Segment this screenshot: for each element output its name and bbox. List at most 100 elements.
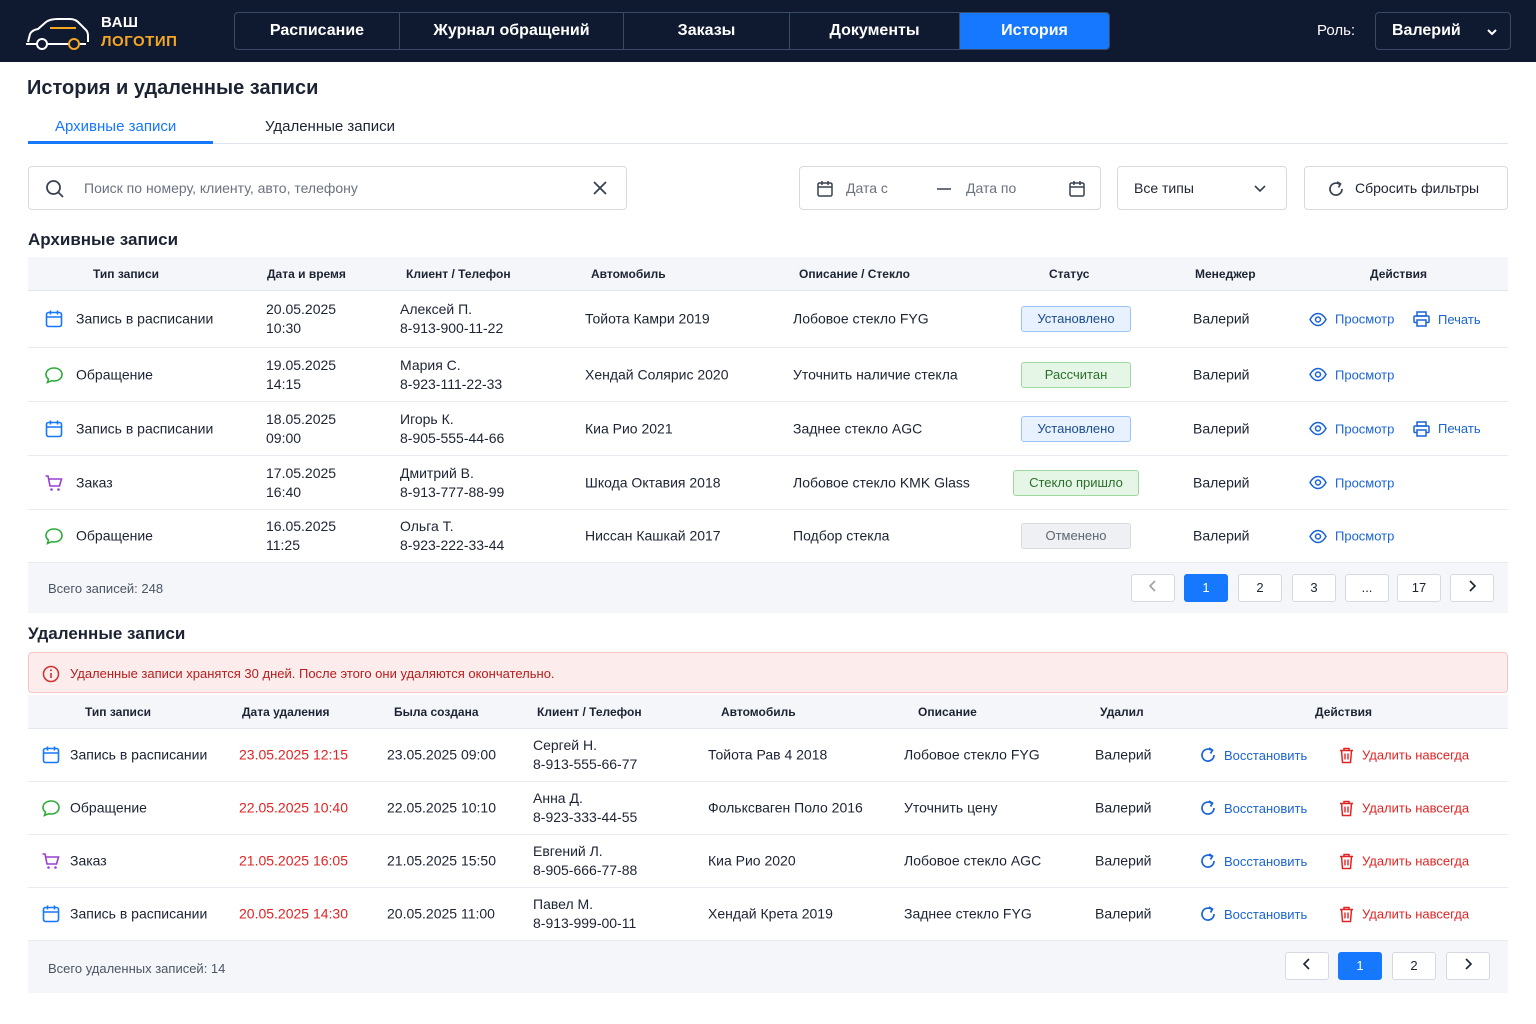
table-row[interactable]: Запись в расписании 20.05.2025 10:30 Алексе… (28, 291, 1508, 348)
type-select[interactable]: Все типы (1117, 166, 1287, 210)
trash-icon (1340, 800, 1353, 817)
calendar-icon (41, 745, 61, 765)
record-car: Шкода Октавия 2018 (585, 474, 721, 490)
prev-page-button[interactable] (1131, 574, 1175, 602)
date-range-dash (937, 188, 951, 190)
restore-label: Восстановить (1224, 747, 1308, 763)
calendar-icon[interactable] (1068, 180, 1086, 198)
next-page-button[interactable] (1446, 952, 1490, 980)
record-car: Ниссан Кашкай 2017 (585, 527, 721, 544)
printer-icon (1413, 420, 1430, 437)
tab-history[interactable]: История (960, 13, 1109, 49)
table-row[interactable]: Запись в расписании 20.05.2025 14:30 20.05… (28, 888, 1508, 941)
reset-filters-button[interactable]: Сбросить фильтры (1304, 166, 1508, 210)
restore-button[interactable]: Восстановить (1200, 853, 1307, 869)
record-client: Мария С. 8-923-111-22-33 (400, 356, 503, 392)
logo[interactable]: ВАШ ЛОГОТИП (24, 10, 194, 54)
table-row[interactable]: Обращение 16.05.2025 11:25 Ольга Т. 8-923-22… (28, 510, 1508, 563)
chat-icon (41, 798, 61, 818)
eye-icon (1309, 421, 1327, 436)
search-input[interactable]: Поиск по номеру, клиенту, авто, телефону (84, 180, 358, 196)
view-button[interactable]: Просмотр (1309, 529, 1394, 544)
table-row[interactable]: Запись в расписании 23.05.2025 12:15 23.05… (28, 729, 1508, 782)
page-button[interactable]: 1 (1338, 952, 1382, 980)
delete-forever-button[interactable]: Удалить навсегда (1339, 800, 1469, 817)
page-button[interactable]: 3 (1292, 574, 1336, 602)
page-button[interactable]: 17 (1397, 574, 1441, 602)
table-row[interactable]: Обращение 19.05.2025 14:15 Мария С. 8-923-11… (28, 348, 1508, 402)
date-from-input[interactable]: Дата с (846, 180, 888, 196)
column-header: Клиент / Телефон (537, 705, 642, 719)
record-type: Запись в расписании (76, 310, 214, 327)
view-button[interactable]: Просмотр (1309, 312, 1394, 327)
role-label: Роль: (1317, 22, 1356, 39)
cart-icon (41, 851, 61, 871)
page-button[interactable]: 2 (1238, 574, 1282, 602)
calendar-icon (41, 904, 61, 924)
print-button[interactable]: Печать (1413, 420, 1481, 437)
search-box[interactable]: Поиск по номеру, клиенту, авто, телефону (28, 166, 627, 210)
subtab-archived[interactable]: Архивные записи (55, 118, 176, 135)
next-page-button[interactable] (1450, 574, 1494, 602)
reset-filters-label: Сбросить фильтры (1355, 180, 1480, 196)
date-range[interactable]: Дата с Дата по (799, 166, 1101, 210)
record-client: Дмитрий В. 8-913-777-88-99 (400, 464, 505, 500)
created-at: 22.05.2025 10:10 (387, 799, 496, 816)
prev-page-button[interactable] (1285, 952, 1329, 980)
print-button[interactable]: Печать (1413, 311, 1481, 327)
eye-icon (1309, 529, 1327, 543)
restore-button[interactable]: Восстановить (1200, 747, 1307, 763)
chevron-down-icon (1487, 29, 1497, 36)
print-label: Печать (1438, 421, 1481, 436)
record-car: Хендай Солярис 2020 (585, 366, 729, 382)
tab-requests-log[interactable]: Журнал обращений (400, 13, 624, 49)
record-client: Евгений Л. 8-905-666-77-88 (533, 843, 638, 878)
view-button[interactable]: Просмотр (1309, 475, 1394, 490)
record-datetime: 19.05.2025 14:15 (266, 356, 337, 392)
tab-documents[interactable]: Документы (790, 13, 960, 49)
main-nav: Расписание Журнал обращений Заказы Докум… (234, 12, 1110, 50)
view-button[interactable]: Просмотр (1309, 367, 1394, 382)
created-at: 21.05.2025 15:50 (387, 852, 496, 869)
deleted-at: 22.05.2025 10:40 (239, 799, 348, 816)
record-manager: Валерий (1193, 420, 1250, 436)
chevron-right-icon (1469, 580, 1477, 592)
column-header: Описание (918, 705, 977, 719)
search-icon (46, 180, 64, 198)
delete-forever-button[interactable]: Удалить навсегда (1339, 906, 1469, 923)
tab-schedule[interactable]: Расписание (235, 13, 400, 49)
record-type: Обращение (76, 366, 153, 382)
close-icon[interactable] (592, 180, 608, 196)
restore-button[interactable]: Восстановить (1200, 800, 1307, 816)
record-description: Лобовое стекло FYG (904, 746, 1040, 763)
tab-orders[interactable]: Заказы (624, 13, 790, 49)
view-button[interactable]: Просмотр (1309, 421, 1394, 436)
record-type: Запись в расписании (70, 905, 208, 922)
column-header: Статус (1049, 267, 1090, 281)
delete-forever-button[interactable]: Удалить навсегда (1339, 853, 1469, 870)
column-header: Описание / Стекло (799, 267, 910, 281)
page-title: История и удаленные записи (27, 77, 319, 99)
deleted-title: Удаленные записи (28, 624, 186, 643)
printer-icon (1413, 311, 1430, 327)
deleted-by: Валерий (1095, 799, 1152, 816)
logo-line1: ВАШ (101, 14, 139, 31)
archived-rows: Запись в расписании 20.05.2025 10:30 Алексе… (28, 291, 1508, 563)
table-row[interactable]: Запись в расписании 18.05.2025 09:00 Игорь … (28, 402, 1508, 456)
delete-forever-button[interactable]: Удалить навсегда (1339, 747, 1469, 764)
chevron-left-icon (1302, 958, 1310, 970)
table-row[interactable]: Заказ 17.05.2025 16:40 Дмитрий В. 8-913-777-… (28, 456, 1508, 510)
restore-button[interactable]: Восстановить (1200, 906, 1307, 922)
record-type: Заказ (76, 474, 113, 490)
subtab-deleted[interactable]: Удаленные записи (265, 118, 395, 135)
delete-forever-label: Удалить навсегда (1362, 906, 1470, 922)
deleted-at: 21.05.2025 16:05 (239, 852, 348, 869)
date-to-input[interactable]: Дата по (966, 180, 1016, 196)
page-ellipsis: ... (1345, 574, 1389, 602)
role-select[interactable]: Валерий (1375, 12, 1511, 50)
page-button[interactable]: 2 (1392, 952, 1436, 980)
column-header: Автомобиль (591, 267, 666, 281)
page-button[interactable]: 1 (1184, 574, 1228, 602)
table-row[interactable]: Обращение 22.05.2025 10:40 22.05.2025 10:1… (28, 782, 1508, 835)
table-row[interactable]: Заказ 21.05.2025 16:05 21.05.2025 15:50 Евг… (28, 835, 1508, 888)
